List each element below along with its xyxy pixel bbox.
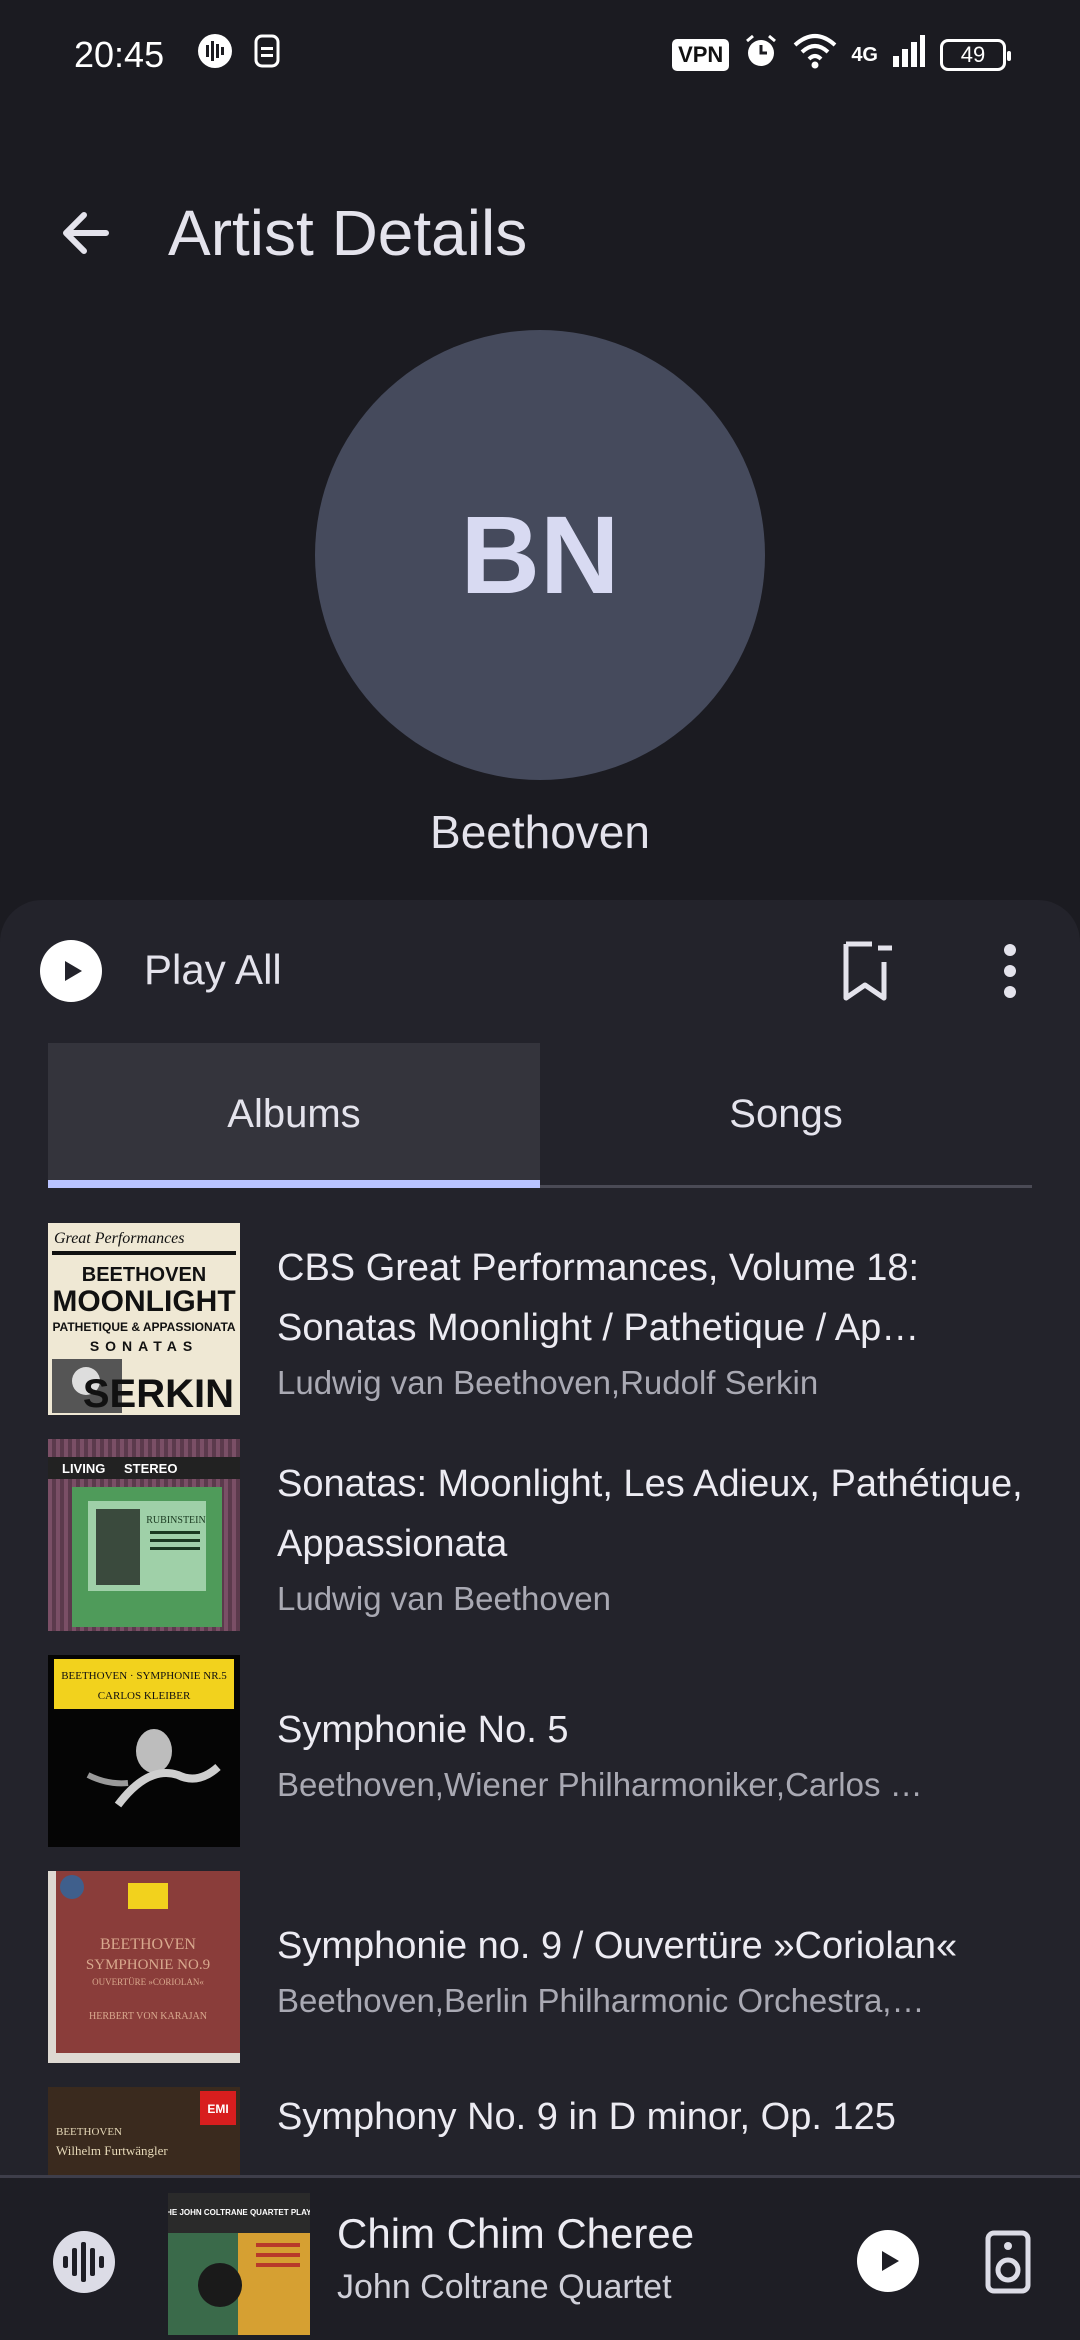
play-all-button[interactable] [40,940,102,1002]
cover-text: BEETHOVEN · SYMPHONIE NR.5 [61,1670,227,1682]
podcast-icon [196,32,234,79]
album-artist: Beethoven,Berlin Philharmonic Orchestra,… [277,1982,925,2019]
wifi-icon [793,33,837,78]
cover-text: SONATAS [90,1338,198,1354]
album-cover: EMI BEETHOVEN Wilhelm Furtwängler [48,2087,240,2175]
album-artist: Ludwig van Beethoven,Rudolf Serkin [277,1364,819,1401]
cover-text: STEREO [124,1461,177,1476]
album-cover: LIVING STEREO RUBINSTEIN [48,1439,240,1631]
cover-text: LIVING [62,1461,105,1476]
cover-text: Great Performances [54,1230,185,1247]
bookmark-icon [843,941,892,1001]
arrow-left-icon [63,211,109,254]
play-all-label[interactable]: Play All [144,946,282,994]
cover-text: BEETHOVEN [82,1264,206,1286]
tab-bar: Albums Songs [48,1043,1032,1188]
audio-wave-button[interactable] [50,2228,118,2296]
action-row: Play All [0,900,1080,1040]
cover-text: Wilhelm Furtwängler [56,2143,168,2158]
cover-text: SYMPHONIE NO.9 [86,1957,210,1973]
album-title: CBS Great Performances, Volume 18: Sonat… [277,1247,920,1349]
cover-text: BEETHOVEN [56,2126,122,2138]
speaker-button[interactable] [985,2230,1031,2294]
now-playing-cover[interactable]: THE JOHN COLTRANE QUARTET PLAYS [168,2193,310,2335]
battery-indicator: 49 [940,39,1011,71]
tab-albums[interactable]: Albums [48,1043,540,1188]
more-options-button[interactable] [990,940,1030,1002]
cover-text: RUBINSTEIN [146,1515,205,1526]
album-title: Symphony No. 9 in D minor, Op. 125 [277,2096,896,2138]
album-artist: Beethoven,Wiener Philharmoniker,Carlos … [277,1766,923,1803]
album-list-item[interactable]: EMI BEETHOVEN Wilhelm Furtwängler Sympho… [0,2079,1080,2175]
cover-text: MOONLIGHT [52,1285,235,1318]
album-list-item[interactable]: BEETHOVEN SYMPHONIE NO.9 OUVERTÜRE »CORI… [0,1863,1080,2079]
now-playing-title: Chim Chim Cheree [337,2210,695,2257]
album-cover: BEETHOVEN · SYMPHONIE NR.5 CARLOS KLEIBE… [48,1655,240,1847]
cover-text: SERKIN [83,1372,234,1415]
status-time: 20:45 [74,34,165,75]
album-title: Sonatas: Moonlight, Les Adieux, Pathétiq… [277,1463,1023,1565]
album-artist: Ludwig van Beethoven [277,1580,611,1617]
more-vertical-icon [1004,944,1016,998]
cover-text: THE JOHN COLTRANE QUARTET PLAYS [168,2208,310,2217]
speaker-icon [985,2230,1031,2294]
mini-play-button[interactable] [857,2230,919,2292]
content-sheet: Play All Albums Songs Great Performances… [0,900,1080,2175]
cover-text: EMI [207,2102,228,2116]
cover-text: HERBERT VON KARAJAN [89,2011,207,2022]
artist-name: Beethoven [430,806,650,858]
album-list: Great Performances BEETHOVEN MOONLIGHT P… [0,1215,1080,2175]
audio-wave-icon [53,2231,115,2293]
app-bar: Artist Details [0,170,1080,295]
vpn-badge: VPN [672,39,730,71]
avatar-initials: BN [460,493,620,617]
now-playing-artist: John Coltrane Quartet [337,2268,672,2306]
signal-icon [892,34,926,77]
cover-text: CARLOS KLEIBER [98,1690,191,1702]
page-title: Artist Details [168,196,528,269]
cover-text: PATHETIQUE & APPASSIONATA [52,1320,235,1334]
tab-songs[interactable]: Songs [540,1043,1032,1185]
cover-text: OUVERTÜRE »CORIOLAN« [92,1977,204,1987]
play-icon [882,2251,899,2271]
play-icon [65,961,82,981]
album-cover: BEETHOVEN SYMPHONIE NO.9 OUVERTÜRE »CORI… [48,1871,240,2063]
album-list-item[interactable]: BEETHOVEN · SYMPHONIE NR.5 CARLOS KLEIBE… [0,1647,1080,1863]
artist-avatar: BN [315,330,765,780]
album-list-item[interactable]: LIVING STEREO RUBINSTEIN Sonatas: Moonli… [0,1431,1080,1647]
album-title: Symphonie no. 9 / Ouvertüre »Coriolan« [277,1925,958,1967]
alarm-icon [743,33,779,78]
album-list-item[interactable]: Great Performances BEETHOVEN MOONLIGHT P… [0,1215,1080,1431]
album-cover: Great Performances BEETHOVEN MOONLIGHT P… [48,1223,240,1415]
back-button[interactable] [40,188,130,278]
sim-icon [252,33,282,78]
cover-text: BEETHOVEN [100,1936,196,1953]
status-bar: 20:45 VPN 4G 49 [0,0,1080,110]
network-type: 4G [851,43,878,66]
bookmark-button[interactable] [838,938,898,1004]
mini-player[interactable]: THE JOHN COLTRANE QUARTET PLAYS Chim Chi… [0,2175,1080,2340]
album-title: Symphonie No. 5 [277,1709,569,1751]
